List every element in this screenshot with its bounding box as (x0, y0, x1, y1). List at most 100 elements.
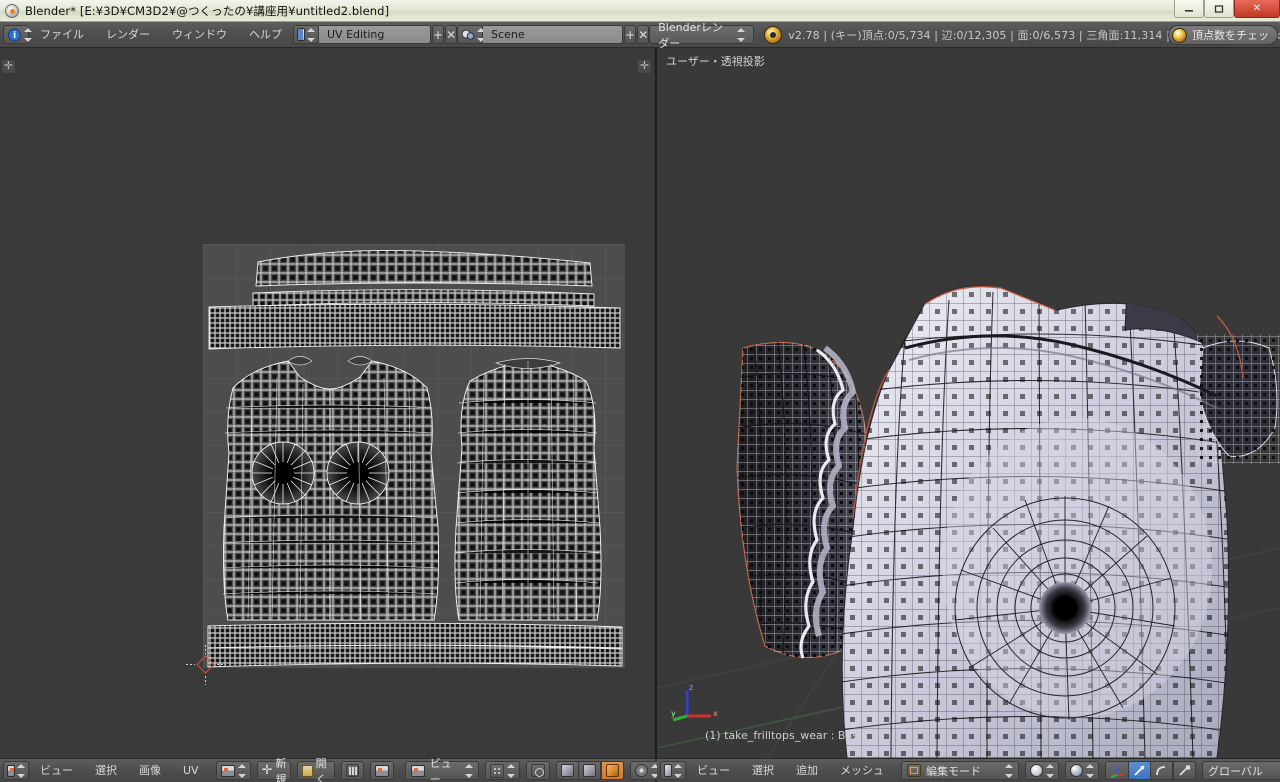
window-title: Blender* [E:¥3D¥CM3D2¥@つくったの¥講座用¥untitle… (25, 3, 390, 18)
menu-render[interactable]: レンダー (95, 25, 161, 45)
folder-icon (302, 764, 313, 777)
pin-icon (346, 764, 360, 777)
image-browse-button[interactable] (370, 761, 395, 780)
render-engine-selector[interactable]: Blenderレンダー (649, 21, 755, 50)
scene-name[interactable]: Scene (483, 25, 624, 44)
uv-menu-uv[interactable]: UV (172, 761, 210, 781)
cursor-diamond-icon (196, 655, 215, 674)
new-image-button[interactable]: ✛ 新規 (256, 757, 292, 782)
uv-mesh-layout (207, 249, 623, 668)
os-window-titlebar: Blender* [E:¥3D¥CM3D2¥@つくったの¥講座用¥untitle… (0, 0, 1280, 22)
chevron-updown-icon (674, 763, 682, 778)
chevron-updown-icon (507, 763, 516, 778)
blender-logo-icon (1172, 27, 1187, 43)
scene-datablock-selector[interactable] (457, 25, 486, 44)
scale-manipulator-button[interactable] (1173, 761, 1196, 780)
uv-editor-type-selector[interactable] (3, 761, 29, 780)
image-icon (375, 764, 390, 777)
blender-circle-icon (5, 3, 19, 18)
uv-editor-header: ビュー 選択 画像 UV ✛ 新規 開く ビュー (0, 757, 826, 782)
chevron-updown-icon (1046, 763, 1054, 778)
viewport-3d-area[interactable]: ユーザー・透視投影 z x y (1) take_frilltops_wear … (657, 48, 1280, 758)
close-button[interactable]: ✕ (1234, 0, 1280, 18)
viewport-shading-mode-selector[interactable] (1065, 761, 1099, 780)
uv-face-select-button[interactable] (601, 761, 625, 780)
uv-select-mode-button[interactable] (526, 761, 551, 780)
addon-check-vertex-count-button[interactable]: 頂点数をチェッ (1168, 25, 1278, 45)
editor-type-selector[interactable] (3, 25, 32, 44)
uv-menu-image[interactable]: 画像 (128, 761, 172, 781)
solid-shading-icon (1030, 764, 1043, 777)
main-area: ✛ ✛ ユーザー・透視投影 z x y (1) take_frilltops_w… (0, 48, 1280, 758)
new-image-label: 新規 (275, 756, 287, 782)
vertex-select-icon (561, 764, 575, 777)
uv-image-editor-icon (7, 764, 15, 777)
viewport-object-info: (1) take_frilltops_wear : Basis (705, 729, 867, 742)
viewport-axis-gizmo: z x y (671, 680, 721, 730)
svg-text:x: x (713, 709, 718, 718)
blender-logo-icon (764, 25, 783, 44)
delete-scene-button[interactable]: ✕ (637, 25, 650, 44)
uv-menu-select[interactable]: 選択 (84, 761, 128, 781)
chevron-updown-icon (307, 27, 315, 42)
screen-layout-type-selector[interactable] (293, 25, 319, 44)
edit-mode-icon (907, 764, 921, 777)
face-select-icon (606, 764, 620, 777)
delete-screen-layout-button[interactable]: ✕ (445, 25, 458, 44)
transform-orientation-selector[interactable]: グローバル (1202, 761, 1280, 780)
add-screen-layout-button[interactable]: + (432, 25, 445, 44)
viewport-menu-view[interactable]: ビュー (686, 761, 741, 781)
uv-select-mode-icon (531, 764, 546, 777)
scale-manipulator-icon (1179, 765, 1190, 776)
menu-help[interactable]: ヘルプ (238, 25, 293, 45)
screen-layout-icon (297, 28, 305, 41)
view-mode-selector[interactable]: ビュー (405, 757, 480, 782)
add-scene-button[interactable]: + (624, 25, 637, 44)
viewport-menu-add[interactable]: 追加 (785, 761, 829, 781)
uv-sync-selection-icon (490, 763, 505, 778)
addon-button-label: 頂点数をチェッ (1192, 29, 1269, 42)
chevron-updown-icon (1086, 763, 1094, 778)
view-mode-label: ビュー (429, 756, 452, 782)
svg-text:y: y (671, 709, 676, 718)
viewport-3d-model (657, 285, 1280, 758)
viewport-editor-type-selector[interactable] (660, 761, 686, 780)
screen-layout-name[interactable]: UV Editing (319, 25, 431, 44)
uv-menu-view[interactable]: ビュー (29, 761, 84, 781)
chevron-updown-icon (17, 763, 25, 778)
info-editor-icon (7, 28, 22, 42)
blender-top-header: ファイル レンダー ウィンドウ ヘルプ UV Editing + ✕ Scene… (0, 21, 1280, 50)
rotate-manipulator-icon (1156, 766, 1166, 776)
uv-image-editor-area[interactable]: ✛ ✛ (0, 48, 655, 758)
uv-edge-select-button[interactable] (579, 761, 602, 780)
edge-select-icon (583, 764, 597, 777)
proportional-edit-icon (635, 764, 649, 777)
chevron-updown-icon (737, 27, 746, 42)
chevron-updown-icon (465, 763, 474, 778)
pin-image-button[interactable] (341, 761, 365, 780)
uv-sync-selection-toggle[interactable] (485, 761, 521, 780)
maximize-button[interactable] (1204, 0, 1234, 18)
viewport-menu-select[interactable]: 選択 (741, 761, 785, 781)
uv-2d-cursor[interactable] (186, 645, 226, 685)
uv-vertex-select-button[interactable] (556, 761, 580, 780)
menu-window[interactable]: ウィンドウ (161, 25, 238, 45)
3d-view-editor-icon (664, 764, 672, 777)
chevron-updown-icon (1005, 763, 1013, 778)
manipulator-toggle-button[interactable] (1105, 761, 1129, 780)
interaction-mode-selector[interactable]: 編集モード (901, 761, 1019, 780)
open-image-button[interactable]: 開く (297, 757, 336, 782)
translate-manipulator-button[interactable] (1129, 761, 1151, 780)
image-datablock-icon (220, 764, 235, 777)
rotate-manipulator-button[interactable] (1151, 761, 1173, 780)
svg-text:z: z (689, 683, 693, 692)
render-engine-label: Blenderレンダー (658, 20, 723, 50)
image-datablock-selector[interactable] (215, 761, 251, 780)
scene-icon (461, 28, 475, 41)
menu-file[interactable]: ファイル (29, 25, 95, 45)
viewport-menu-mesh[interactable]: メッシュ (829, 761, 895, 781)
viewport-shading-selector[interactable] (1025, 761, 1059, 780)
translate-manipulator-icon (1134, 765, 1145, 776)
minimize-button[interactable] (1174, 0, 1204, 18)
window-controls: ✕ (1174, 0, 1280, 22)
